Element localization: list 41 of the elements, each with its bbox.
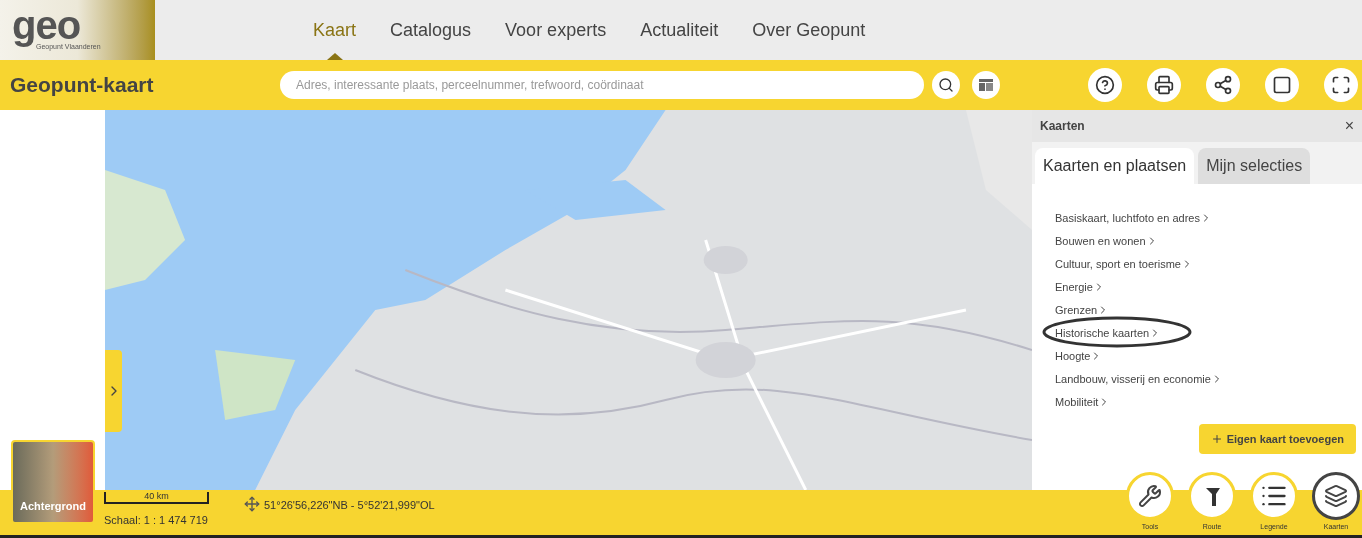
coordinates: 51°26'56,226"NB - 5°52'21,999"OL (264, 498, 435, 513)
fullscreen-icon (1331, 75, 1351, 95)
crosshair-icon (244, 496, 260, 512)
scale-text: Schaal: 1 : 1 474 719 (104, 513, 209, 528)
panel-tab[interactable]: Mijn selecties (1198, 148, 1311, 184)
layout-icon (978, 77, 994, 93)
square-icon (1272, 75, 1292, 95)
category-link[interactable]: Hoogte (1055, 347, 1103, 365)
nav-tab[interactable]: Voor experts (505, 0, 607, 60)
printer-icon (1154, 75, 1174, 95)
share-button[interactable] (1206, 68, 1240, 102)
page-title: Geopunt-kaart (10, 72, 155, 99)
nav-tab[interactable]: Over Geopunt (752, 0, 866, 60)
help-icon (1095, 75, 1115, 95)
share-icon (1213, 75, 1233, 95)
category-link[interactable]: Basiskaart, luchtfoto en adres (1055, 209, 1212, 227)
search-icon (938, 77, 954, 93)
plus-icon (1210, 433, 1223, 445)
panel-tab[interactable]: Kaarten en plaatsen (1035, 148, 1195, 184)
panel-title: Kaarten (1040, 118, 1085, 135)
nav-tab[interactable]: Actualiteit (640, 0, 719, 60)
category-link[interactable]: Landbouw, visserij en economie (1055, 370, 1223, 388)
wrench-icon (1138, 484, 1162, 508)
layers-icon (1324, 484, 1348, 508)
tool-button[interactable] (1312, 472, 1360, 520)
help-button[interactable] (1088, 68, 1122, 102)
close-button[interactable]: × (1344, 118, 1354, 134)
print-button[interactable] (1147, 68, 1181, 102)
category-link[interactable]: Bouwen en wonen (1055, 232, 1158, 250)
scale-bar: 40 km (104, 492, 209, 504)
nav-tab[interactable]: Catalogus (390, 0, 472, 60)
search-button[interactable] (932, 71, 960, 99)
category-link[interactable]: Energie (1055, 278, 1105, 296)
category-link[interactable]: Cultuur, sport en toerisme (1055, 255, 1193, 273)
fullscreen-button[interactable] (1324, 68, 1358, 102)
search-field[interactable]: Adres, interessante plaats, perceelnummer, trefwoord, coördinaat (280, 71, 924, 99)
add-map-button[interactable]: Eigen kaart toevoegen (1198, 424, 1356, 454)
category-link[interactable]: Mobiliteit (1055, 393, 1111, 411)
category-link[interactable]: Grenzen (1055, 301, 1110, 319)
layout-button[interactable] (972, 71, 1000, 99)
frame-button[interactable] (1265, 68, 1299, 102)
